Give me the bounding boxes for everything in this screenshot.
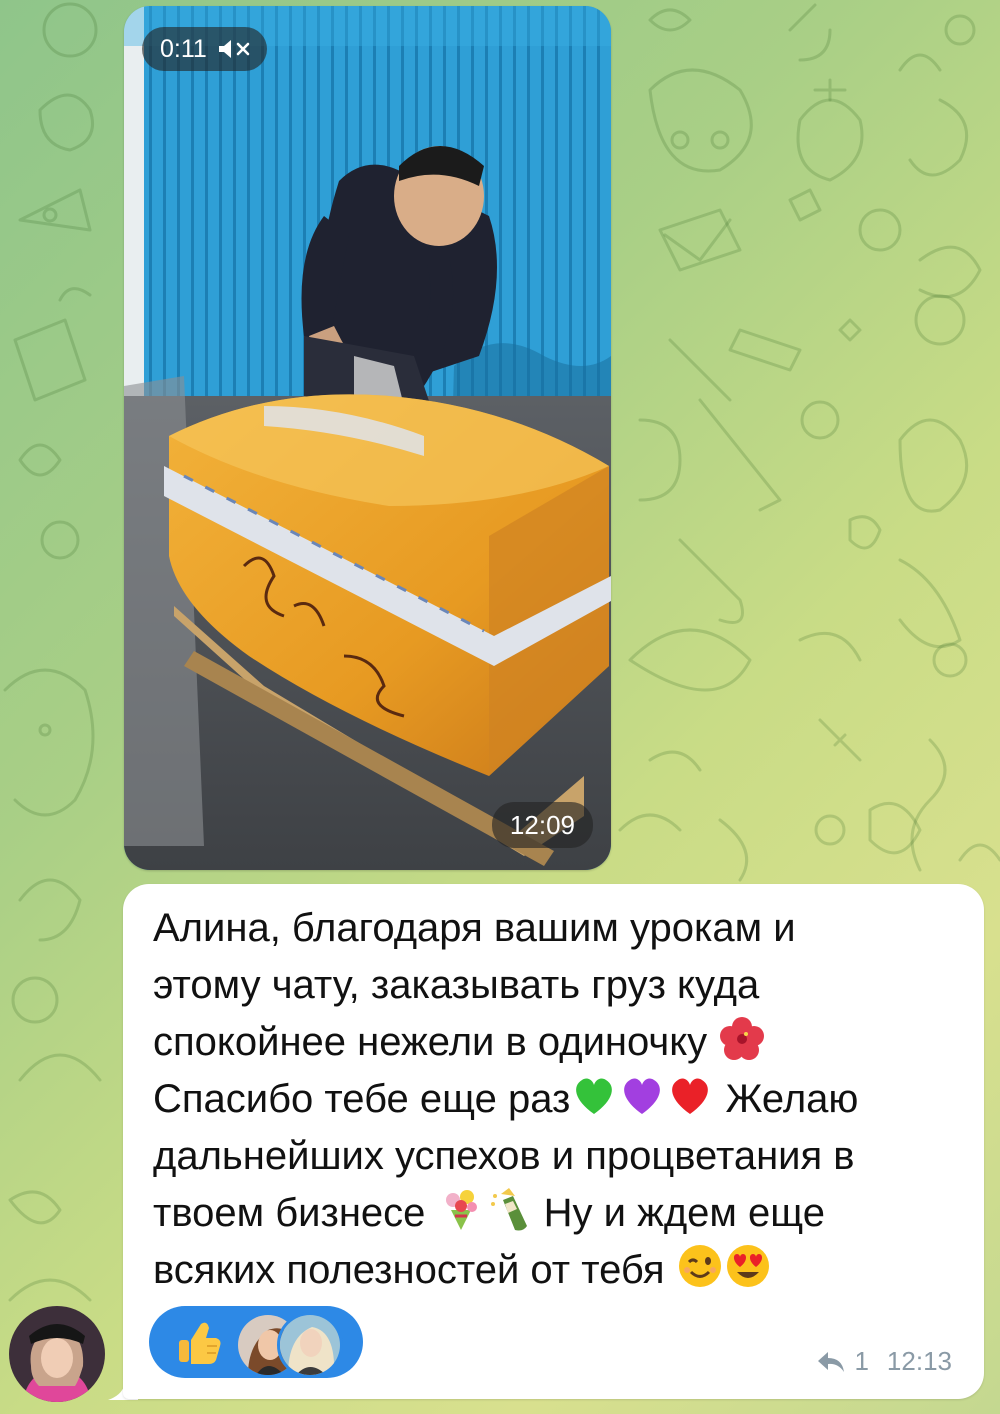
champagne-emoji-icon [485, 1186, 533, 1232]
video-duration-badge[interactable]: 0:11 [142, 27, 267, 71]
heart-eyes-face-emoji-icon [724, 1243, 772, 1289]
message-meta: 1 12:13 [816, 1346, 952, 1377]
video-thumbnail [124, 6, 611, 870]
video-time-text: 12:09 [509, 809, 575, 840]
reply-arrow-icon[interactable] [816, 1350, 846, 1374]
message-text-segment: Спасибо тебе еще раз [153, 1077, 571, 1121]
text-message[interactable]: Алина, благодаря вашим урокам и этому ча… [123, 884, 984, 1399]
reactions-pill[interactable] [149, 1306, 363, 1378]
video-message[interactable]: 0:11 12:09 [124, 6, 611, 870]
hibiscus-emoji-icon [718, 1015, 766, 1061]
muted-speaker-icon[interactable] [217, 38, 253, 60]
message-time: 12:13 [886, 1346, 952, 1376]
video-duration: 0:11 [160, 34, 207, 63]
message-body: Алина, благодаря вашим урокам и этому ча… [153, 900, 973, 1299]
winking-face-emoji-icon [676, 1243, 724, 1289]
reactor-avatar-2[interactable] [277, 1312, 343, 1378]
message-text-segment: Алина, благодаря вашим урокам и этому ча… [153, 906, 796, 1064]
sender-avatar[interactable] [9, 1306, 105, 1402]
purple-heart-emoji-icon [618, 1072, 666, 1118]
red-heart-emoji-icon [666, 1072, 714, 1118]
bouquet-emoji-icon [437, 1186, 485, 1232]
video-timestamp: 12:09 [491, 802, 593, 848]
thumbs-up-icon [179, 1322, 221, 1364]
reply-count[interactable]: 1 [854, 1346, 868, 1377]
green-heart-emoji-icon [570, 1072, 618, 1118]
